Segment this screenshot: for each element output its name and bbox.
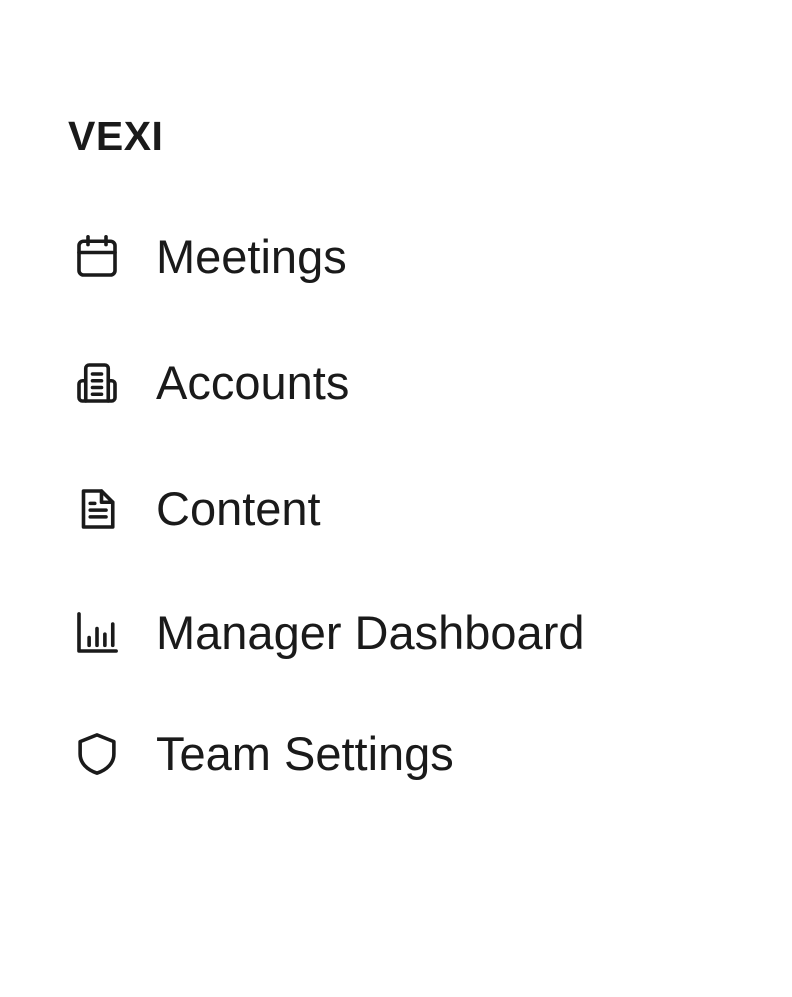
sidebar-item-manager-dashboard[interactable]: Manager Dashboard [62, 601, 597, 665]
document-icon [62, 481, 130, 537]
brand-logo[interactable]: VEXI [68, 110, 163, 162]
shield-icon [62, 726, 130, 782]
sidebar-item-label: Team Settings [156, 727, 454, 780]
sidebar-item-accounts[interactable]: Accounts [62, 351, 361, 415]
sidebar-item-team-settings[interactable]: Team Settings [62, 722, 466, 786]
sidebar-item-content[interactable]: Content [62, 477, 333, 541]
bar-chart-icon [62, 605, 130, 661]
sidebar: VEXI Meetings Accounts Content Manager D… [0, 0, 792, 997]
calendar-icon [62, 229, 130, 285]
building-icon [62, 355, 130, 411]
sidebar-item-label: Manager Dashboard [156, 606, 585, 659]
sidebar-item-label: Meetings [156, 230, 347, 283]
sidebar-item-label: Content [156, 482, 321, 535]
sidebar-item-label: Accounts [156, 356, 350, 409]
sidebar-item-meetings[interactable]: Meetings [62, 225, 359, 289]
